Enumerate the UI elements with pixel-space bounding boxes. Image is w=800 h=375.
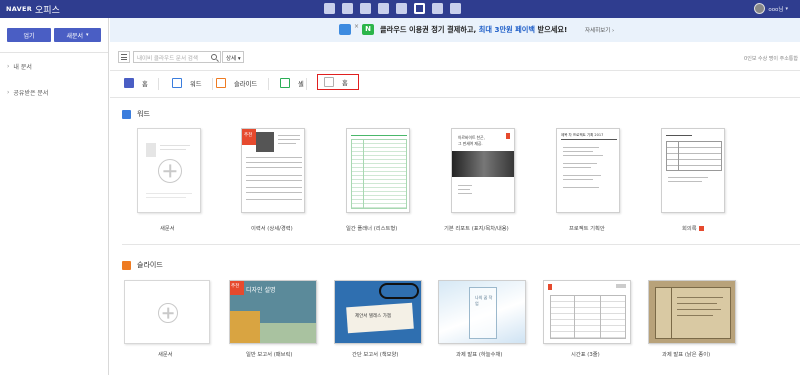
cloud-icon <box>339 24 351 35</box>
fabric-text: 디자인 설명 <box>246 287 276 294</box>
slide-icon <box>216 78 226 88</box>
template-label: 과제 발표 (낡은 종이) <box>662 352 711 358</box>
times-icon: × <box>354 23 360 30</box>
tab-slide[interactable]: 슬라이드 <box>216 78 257 88</box>
template-timetable[interactable] <box>543 280 631 344</box>
chevron-down-icon: ▾ <box>785 5 788 12</box>
chevron-right-icon: › <box>7 62 10 70</box>
template-label: 새문서 <box>158 352 173 358</box>
template-label: 이력서 (상세/경력) <box>251 226 293 232</box>
report-cover-line2: 그 딴세여 재공. <box>458 141 483 146</box>
sidebar-item-my-documents[interactable]: › 내 문서 <box>7 53 108 79</box>
template-label: 새문서 <box>160 226 175 232</box>
tab-form-selected[interactable]: 홈 <box>317 74 359 90</box>
office-app-icon[interactable] <box>414 3 425 14</box>
user-menu[interactable]: ooo님 ▾ <box>754 3 788 14</box>
top-navigation-bar: NAVER 오피스 ooo님 ▾ <box>0 0 800 18</box>
sidebar-item-label: 내 문서 <box>13 63 32 71</box>
tab-home[interactable]: 홈 <box>124 78 148 88</box>
template-fabric-report[interactable]: 추천 디자인 설명 <box>229 280 317 344</box>
memo-app-icon[interactable] <box>360 3 371 14</box>
sidebar-item-shared-documents[interactable]: › 공유받은 문서 <box>7 79 108 105</box>
slide-icon <box>122 260 131 270</box>
grid-icon <box>124 78 134 88</box>
section-divider <box>122 244 800 245</box>
add-icon <box>158 159 182 183</box>
cafe-app-icon[interactable] <box>450 3 461 14</box>
recommend-tag: 추천 <box>230 281 244 295</box>
template-book-report[interactable]: 제안서 텔레스 가젬 <box>334 280 422 344</box>
naver-brand: NAVER <box>6 5 33 13</box>
template-meeting-minutes[interactable] <box>661 128 725 213</box>
avatar <box>754 3 766 14</box>
storage-info: 0인보 수상 명이 주소통합 <box>744 56 798 62</box>
slide-section-header: 슬라이드 <box>122 260 163 270</box>
banner-highlight: 최대 3만원 페이백 <box>478 25 536 34</box>
plan-title: 제목 차 프로젝트 기획 2017 <box>561 133 604 137</box>
sidebar: 업기 새문서 ▾ › 내 문서 › 공유받은 문서 <box>0 18 109 375</box>
new-document-button[interactable]: 새문서 ▾ <box>54 28 101 42</box>
search-input[interactable]: 내이비 클라우드 문서 검색 <box>133 51 221 63</box>
template-label: 간단 보고서 (책모양) <box>352 352 399 358</box>
template-tabs: 홈 워드 슬라이드 셀 홈 <box>110 70 800 98</box>
banner-detail-link[interactable]: 자세히보기 › <box>585 26 614 34</box>
template-label: 시간표 (3줄) <box>571 352 600 358</box>
office-title: 오피스 <box>35 5 60 16</box>
app-switcher <box>324 3 461 14</box>
template-label-with-badge: 회의록 <box>682 224 704 232</box>
form-icon <box>324 77 334 87</box>
upload-button[interactable]: 업기 <box>7 28 51 42</box>
template-label: 일간 플래너 (리스트형) <box>346 226 398 232</box>
word-section-header: 워드 <box>122 109 150 119</box>
promo-banner[interactable]: × N 클라우드 이용권 정기 결제하고, 최대 3만원 페이백 받으세요! 자… <box>110 18 800 42</box>
tab-word[interactable]: 워드 <box>172 78 202 88</box>
template-daily-planner[interactable] <box>346 128 410 213</box>
word-icon <box>122 109 131 119</box>
cloud-app-icon[interactable] <box>396 3 407 14</box>
template-label: 기본 리포트 (표지/목차/내용) <box>444 226 509 232</box>
blog-app-icon[interactable] <box>432 3 443 14</box>
sky-text: 나의 꿈 작업 <box>475 295 493 306</box>
calendar-app-icon[interactable] <box>342 3 353 14</box>
template-resume[interactable]: 추천 <box>241 128 305 213</box>
tab-cell[interactable]: 셀 <box>280 78 304 88</box>
banner-text: 클라우드 이용권 정기 결제하고, 최대 3만원 페이백 받으세요! <box>380 25 568 34</box>
chevron-down-icon: ▾ <box>86 32 89 38</box>
chevron-right-icon: › <box>7 88 10 96</box>
template-project-plan[interactable]: 제목 차 프로젝트 기획 2017 <box>556 128 620 213</box>
search-placeholder: 내이비 클라우드 문서 검색 <box>137 56 198 62</box>
add-icon <box>158 303 178 323</box>
new-badge-icon <box>698 226 704 231</box>
search-icon[interactable] <box>211 54 217 60</box>
sidebar-item-label: 공유받은 문서 <box>13 89 49 97</box>
user-name: ooo님 <box>768 6 784 13</box>
detail-select[interactable]: 상세 ▾ <box>222 51 244 63</box>
template-label: 프로젝트 기획안 <box>569 226 605 232</box>
mail-app-icon[interactable] <box>324 3 335 14</box>
template-new-slide[interactable] <box>124 280 210 344</box>
word-icon <box>172 78 182 88</box>
book-text: 제안서 텔레스 가젬 <box>355 314 391 319</box>
template-label: 일반 보고서 (패브릭) <box>246 352 293 358</box>
menu-toggle-button[interactable] <box>118 51 130 63</box>
template-label: 과제 발표 (하늘수채) <box>456 352 503 358</box>
recommend-tag: 추천 <box>242 129 256 145</box>
cell-icon <box>280 78 290 88</box>
template-new-word[interactable] <box>137 128 201 213</box>
template-sky-watercolor[interactable]: 나의 꿈 작업 <box>438 280 526 344</box>
naver-office-logo[interactable]: NAVER 오피스 <box>6 3 60 16</box>
template-old-paper[interactable] <box>648 280 736 344</box>
naver-n-icon: N <box>362 24 374 35</box>
contacts-app-icon[interactable] <box>378 3 389 14</box>
template-basic-report[interactable]: 아르바이트 찬곤, 그 딴세여 재공. <box>451 128 515 213</box>
